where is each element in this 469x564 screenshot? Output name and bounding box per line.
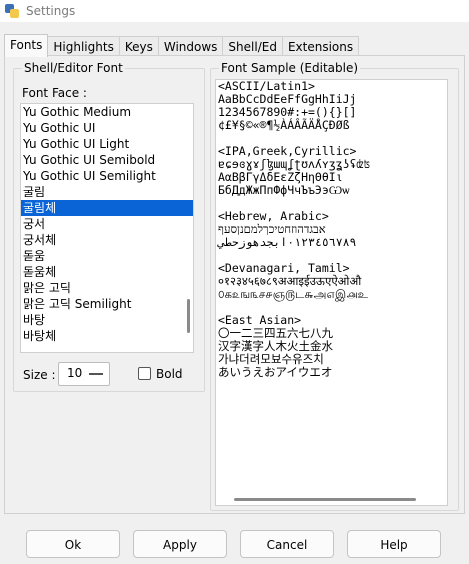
apply-button[interactable]: Apply bbox=[133, 530, 227, 558]
size-label: Size : bbox=[23, 368, 56, 382]
font-list-item[interactable]: Yu Gothic UI Semilight bbox=[21, 168, 193, 184]
font-list-item[interactable]: 맑은 고딕 Semilight bbox=[21, 296, 193, 312]
font-list-item[interactable]: Yu Gothic UI Semibold bbox=[21, 152, 193, 168]
python-app-icon bbox=[4, 3, 20, 19]
tab-fonts[interactable]: Fonts bbox=[4, 34, 49, 57]
sample-line: ௦க௨ங௩ச௪ஞ௫ட௬அ௭இ௮உ bbox=[218, 287, 369, 301]
cancel-button[interactable]: Cancel bbox=[240, 530, 334, 558]
font-list-item[interactable]: Yu Gothic UI bbox=[21, 120, 193, 136]
font-list-item[interactable]: 바탕체 bbox=[21, 328, 193, 344]
font-size-dropdown[interactable]: 10 bbox=[58, 362, 110, 386]
font-list-item[interactable]: 돋움체 bbox=[21, 264, 193, 280]
sample-line: あいうえおアイウエオ bbox=[218, 365, 333, 379]
font-list-item[interactable]: 궁서체 bbox=[21, 232, 193, 248]
settings-window: Settings Fonts Highlights Keys Windows S… bbox=[0, 0, 469, 564]
title-bar: Settings bbox=[0, 0, 469, 22]
fonts-tab-panel: Shell/Editor Font Font Face : Yu Gothic … bbox=[4, 55, 465, 514]
font-face-list[interactable]: Yu Gothic Medium Yu Gothic UI Yu Gothic UI… bbox=[20, 103, 194, 353]
tab-bar: Fonts Highlights Keys Windows Shell/Ed E… bbox=[4, 34, 360, 57]
tab-shell-ed[interactable]: Shell/Ed bbox=[222, 36, 283, 57]
bold-label[interactable]: Bold bbox=[156, 367, 183, 381]
font-list-item[interactable]: 굴림체 bbox=[21, 200, 193, 216]
font-list-item[interactable]: Yu Gothic Medium bbox=[21, 104, 193, 120]
help-button[interactable]: Help bbox=[347, 530, 441, 558]
bold-checkbox[interactable] bbox=[138, 367, 151, 380]
font-list-item[interactable]: 돋움 bbox=[21, 248, 193, 264]
dropdown-indicator-icon bbox=[89, 373, 103, 375]
font-list-scrollbar[interactable] bbox=[187, 299, 190, 333]
sample-line: БбДдЖжПпФфЧчЪъЭэѠѡ bbox=[218, 183, 350, 197]
sample-group-title: Font Sample (Editable) bbox=[219, 61, 361, 75]
tab-highlights[interactable]: Highlights bbox=[47, 36, 120, 57]
font-list-item[interactable]: 맑은 고딕 bbox=[21, 280, 193, 296]
sample-horizontal-scrollbar[interactable] bbox=[234, 498, 416, 501]
shell-editor-font-group: Shell/Editor Font Font Face : Yu Gothic … bbox=[13, 61, 205, 392]
font-face-label: Font Face : bbox=[22, 86, 87, 100]
font-sample-group: Font Sample (Editable) <ASCII/Latin1> AaB… bbox=[210, 61, 459, 511]
font-list-item[interactable]: 궁서 bbox=[21, 216, 193, 232]
tab-windows[interactable]: Windows bbox=[157, 36, 224, 57]
font-sample-text[interactable]: <ASCII/Latin1> AaBbCcDdEeFfGgHhIiJj 123456… bbox=[215, 79, 448, 506]
tab-keys[interactable]: Keys bbox=[118, 36, 159, 57]
font-list-item[interactable]: 바탕 bbox=[21, 312, 193, 328]
font-list-item[interactable]: 굴림 bbox=[21, 184, 193, 200]
ok-button[interactable]: Ok bbox=[26, 530, 120, 558]
font-size-value: 10 bbox=[67, 366, 83, 380]
font-list-item[interactable]: Yu Gothic UI Light bbox=[21, 136, 193, 152]
sample-line: ¢£¥§©«®¶½ÀÁÂÃÄÅÇÐØß bbox=[218, 118, 350, 132]
tab-extensions[interactable]: Extensions bbox=[281, 36, 360, 57]
sample-line: ٠١٢٣٤٥٦٧٨٩ابجدهوزحطي bbox=[218, 235, 357, 249]
window-title: Settings bbox=[26, 4, 76, 18]
font-group-title: Shell/Editor Font bbox=[22, 61, 125, 75]
